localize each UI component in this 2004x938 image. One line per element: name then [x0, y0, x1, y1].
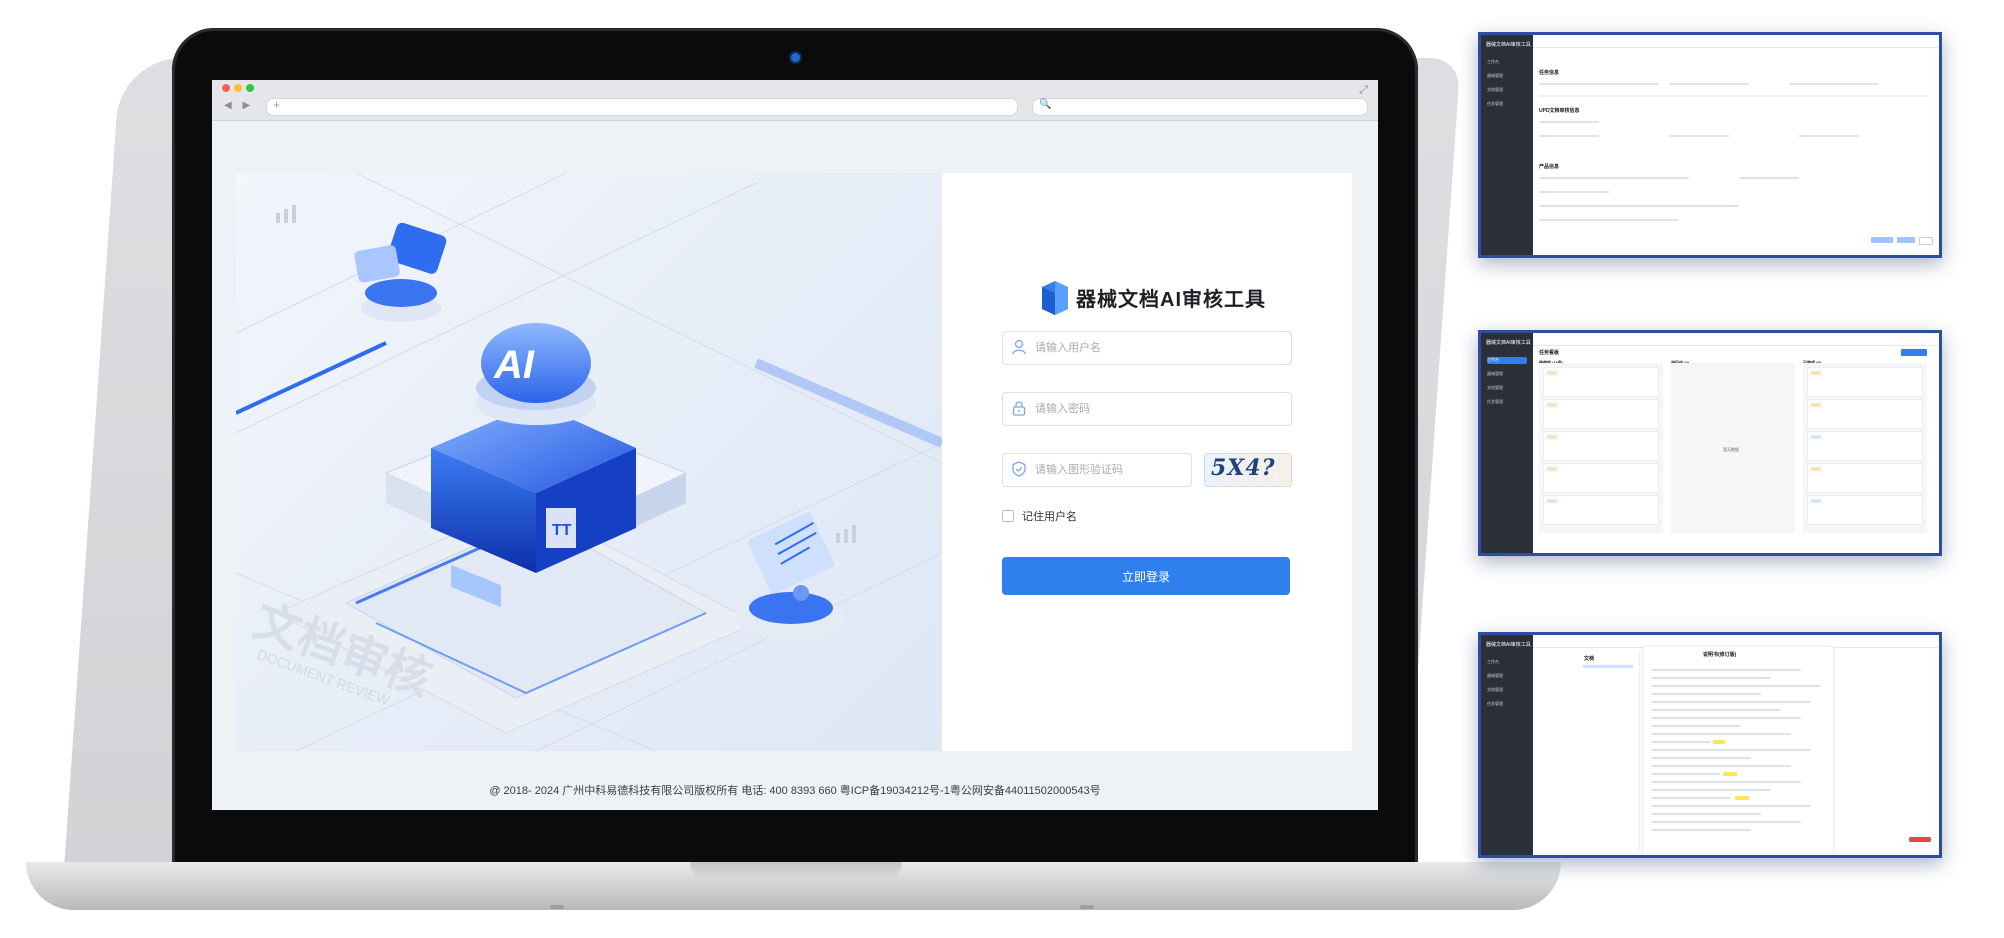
thumb-sidebar-item: 器械管理	[1487, 673, 1503, 678]
thumb-column	[1803, 363, 1927, 533]
minimize-dot[interactable]	[234, 84, 242, 92]
login-card: 器械文档AI审核工具 5X4? 记住用户名 立即登录	[942, 173, 1352, 751]
ai-document-illustration: TT AI 文档审核 DOCUMENT REVIEW	[236, 173, 942, 751]
thumb-sidebar-item: 文档管理	[1487, 687, 1503, 692]
maximize-dot[interactable]	[246, 84, 254, 92]
thumb-sidebar-item: 工作台	[1487, 659, 1499, 664]
plus-icon: +	[273, 98, 281, 112]
thumb-section-heading: 任务信息	[1539, 70, 1560, 76]
thumb-column	[1539, 363, 1663, 533]
copyright-footer: @ 2018- 2024 广州中科易德科技有限公司版权所有 电话: 400 83…	[489, 785, 1101, 797]
thumb-section-heading: 产品信息	[1539, 164, 1560, 170]
browser-toolbar: ◀ ▶ + 🔍 ⤢	[212, 80, 1378, 121]
nav-arrows-icon[interactable]: ◀ ▶	[224, 100, 254, 111]
thumb-topbar	[1533, 333, 1939, 346]
thumb-sidebar: 器械文档AI审核工具 工作台 器械管理 文档管理 任务管理	[1481, 635, 1533, 855]
thumb-content: 文档 说明书(修订版)	[1539, 647, 1933, 855]
login-button[interactable]: 立即登录	[1002, 557, 1290, 595]
shield-icon	[1011, 461, 1027, 477]
password-field[interactable]	[1002, 392, 1292, 426]
thumb-sidebar-item: 工作台	[1487, 59, 1499, 64]
laptop-foot	[1080, 905, 1094, 909]
thumbnail-task-board: 器械文档AI审核工具 工作台 器械管理 文档管理 任务管理 任务看板 待审核 (…	[1478, 330, 1942, 556]
thumb-sidebar-item: 文档管理	[1487, 87, 1503, 92]
laptop-base-notch	[690, 862, 902, 880]
login-illustration: TT AI 文档审核 DOCUMENT REVIEW	[236, 173, 942, 751]
user-icon	[1011, 339, 1027, 355]
captcha-image[interactable]: 5X4?	[1204, 453, 1292, 487]
thumbnail-task-detail: 器械文档AI审核工具 工作台 器械管理 文档管理 任务管理 任务信息 UPD文档…	[1478, 32, 1942, 258]
username-field[interactable]	[1002, 331, 1292, 365]
ai-badge: AI	[493, 343, 535, 387]
thumb-content: 任务信息 UPD文档审核信息 产品信息	[1539, 51, 1933, 249]
search-icon: 🔍	[1039, 99, 1052, 110]
thumb-panel-title: 文档	[1584, 656, 1595, 662]
thumb-doc-title: 说明书(修订版)	[1703, 652, 1737, 658]
browser-search-bar[interactable]: 🔍	[1032, 98, 1368, 116]
thumb-topbar	[1533, 35, 1939, 48]
thumb-section-heading: UPD文档审核信息	[1539, 108, 1580, 114]
thumb-sidebar: 器械文档AI审核工具 工作台 器械管理 文档管理 任务管理	[1481, 333, 1533, 553]
thumb-sidebar-item: 器械管理	[1487, 73, 1503, 78]
thumb-sidebar-item: 任务管理	[1487, 399, 1503, 404]
close-dot[interactable]	[222, 84, 230, 92]
captcha-text: 5X4?	[1211, 455, 1276, 481]
address-bar[interactable]: +	[266, 98, 1018, 116]
lock-icon	[1011, 400, 1027, 416]
password-input[interactable]	[1033, 393, 1287, 425]
thumbnail-document-view: 器械文档AI审核工具 工作台 器械管理 文档管理 任务管理 文档 说明书(修订版…	[1478, 632, 1942, 858]
thumb-sidebar-item: 任务管理	[1487, 101, 1503, 106]
thumb-document-page: 说明书(修订版)	[1643, 647, 1833, 855]
remember-label: 记住用户名	[1022, 511, 1077, 523]
webcam	[791, 53, 800, 62]
remember-checkbox[interactable]	[1002, 510, 1014, 522]
remember-username[interactable]: 记住用户名	[1002, 508, 1077, 524]
thumb-sidebar-item: 器械管理	[1487, 371, 1503, 376]
thumb-board-title: 任务看板	[1539, 350, 1560, 356]
thumb-app-name: 器械文档AI审核工具	[1486, 340, 1531, 346]
thumb-column: 暂无数据	[1671, 363, 1795, 533]
thumb-sidebar-item: 工作台	[1487, 357, 1527, 364]
svg-text:TT: TT	[552, 522, 572, 539]
thumb-app-name: 器械文档AI审核工具	[1486, 42, 1531, 48]
brand: 器械文档AI审核工具	[1042, 277, 1266, 317]
captcha-field[interactable]	[1002, 453, 1192, 487]
thumb-sidebar-item: 文档管理	[1487, 385, 1503, 390]
laptop-screen: ◀ ▶ + 🔍 ⤢ TT AI 文档审核 DOCUMENT REVIEW 器械文…	[212, 80, 1378, 810]
thumb-app-name: 器械文档AI审核工具	[1486, 642, 1531, 648]
thumb-sidebar: 器械文档AI审核工具 工作台 器械管理 文档管理 任务管理	[1481, 35, 1533, 255]
app-logo-icon	[1042, 281, 1068, 315]
thumb-empty-text: 暂无数据	[1723, 447, 1739, 452]
thumb-sidebar-item: 任务管理	[1487, 701, 1503, 706]
laptop-foot	[550, 905, 564, 909]
captcha-input[interactable]	[1033, 454, 1187, 486]
app-title: 器械文档AI审核工具	[1076, 288, 1266, 311]
thumb-content: 任务看板 待审核 (10条) 进行中 (0) 已完成 (8) 暂无数据	[1539, 349, 1933, 547]
expand-icon[interactable]: ⤢	[1359, 84, 1368, 97]
username-input[interactable]	[1033, 332, 1287, 364]
